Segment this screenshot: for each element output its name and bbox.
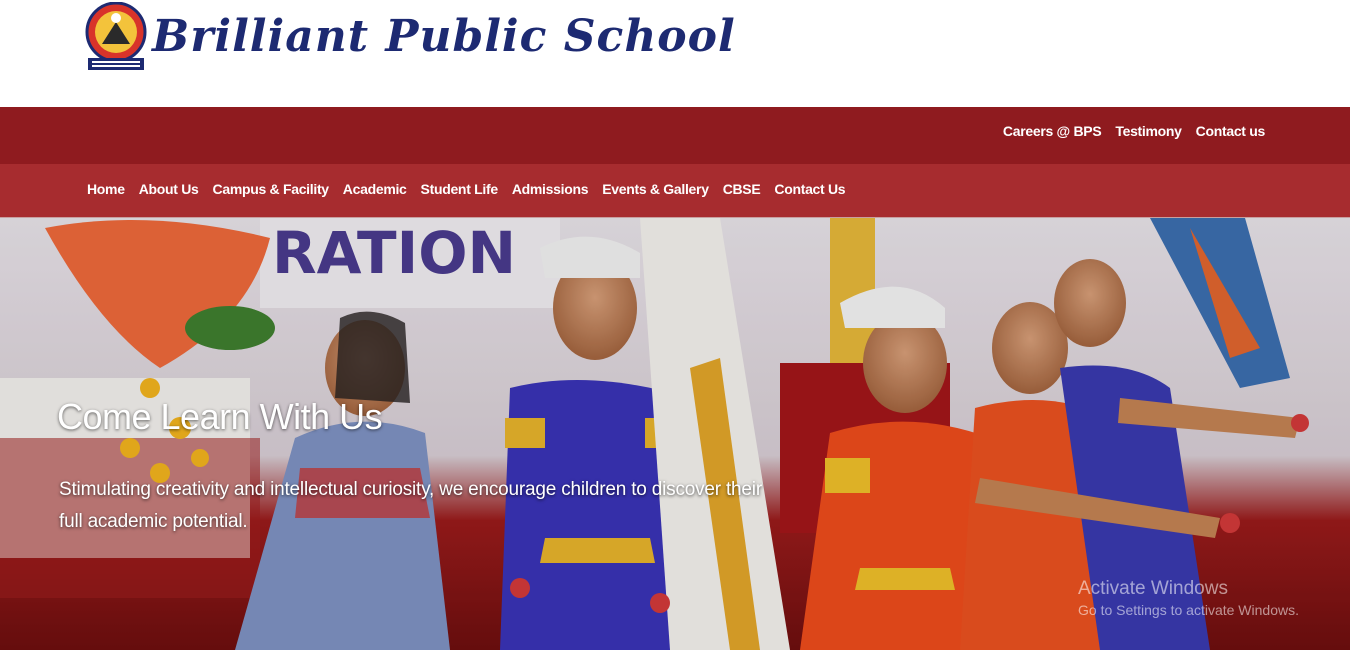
watermark-subtitle: Go to Settings to activate Windows. [1078, 602, 1299, 618]
main-navigation: Home About Us Campus & Facility Academic… [0, 164, 1350, 218]
nav-events-gallery[interactable]: Events & Gallery [602, 181, 709, 197]
top-bar: Careers @ BPS Testimony Contact us [0, 107, 1350, 164]
windows-activation-watermark: Activate Windows Go to Settings to activ… [1078, 578, 1299, 618]
nav-campus-facility[interactable]: Campus & Facility [213, 181, 330, 197]
nav-student-life[interactable]: Student Life [421, 181, 499, 197]
nav-home[interactable]: Home [87, 181, 125, 197]
school-logo-emblem[interactable] [84, 1, 148, 72]
nav-about-us[interactable]: About Us [139, 181, 199, 197]
nav-cbse[interactable]: CBSE [723, 181, 761, 197]
nav-academic[interactable]: Academic [343, 181, 407, 197]
nav-admissions[interactable]: Admissions [512, 181, 589, 197]
hero-slider[interactable]: RATION Come Learn With Us Stimulating cr… [0, 218, 1350, 650]
nav-contact-us[interactable]: Contact Us [774, 181, 845, 197]
site-header: Brilliant Public School [0, 0, 1350, 107]
top-link-contact[interactable]: Contact us [1196, 123, 1266, 139]
school-name-logo-text[interactable]: Brilliant Public School [152, 6, 736, 68]
hero-title: Come Learn With Us [57, 396, 383, 437]
top-links: Careers @ BPS Testimony Contact us [989, 107, 1265, 154]
top-link-testimony[interactable]: Testimony [1115, 123, 1182, 139]
hero-description: Stimulating creativity and intellectual … [59, 479, 762, 532]
watermark-title: Activate Windows [1078, 578, 1228, 599]
top-link-careers[interactable]: Careers @ BPS [1003, 123, 1102, 139]
